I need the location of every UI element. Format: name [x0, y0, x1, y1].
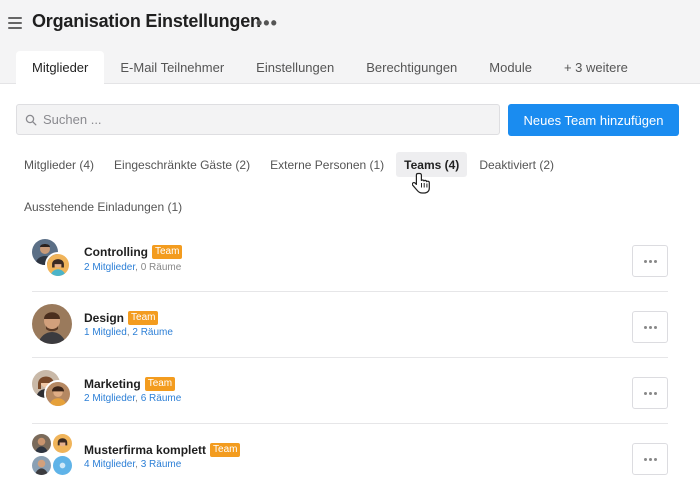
- team-more-button[interactable]: [632, 245, 668, 277]
- team-more-button[interactable]: [632, 377, 668, 409]
- filter-deaktiviert[interactable]: Deaktiviert (2): [471, 152, 562, 177]
- search-icon: [25, 114, 37, 125]
- team-badge: Team: [151, 245, 183, 259]
- avatar: [32, 304, 72, 344]
- team-list: Controlling Team 2 Mitglieder, 0 Räume D…: [32, 226, 668, 488]
- team-members-link[interactable]: 2 Mitglieder: [84, 262, 135, 273]
- team-row[interactable]: Controlling Team 2 Mitglieder, 0 Räume: [32, 226, 668, 292]
- team-rooms: 0 Räume: [140, 262, 182, 273]
- team-members-link[interactable]: 1 Mitglied: [84, 327, 127, 338]
- team-row[interactable]: Design Team 1 Mitglied, 2 Räume: [32, 292, 668, 358]
- team-meta: 4 Mitglieder, 3 Räume: [84, 459, 182, 470]
- more-horizontal-icon: [643, 259, 647, 263]
- team-meta: 1 Mitglied, 2 Räume: [84, 327, 173, 338]
- tab-berechtigungen[interactable]: Berechtigungen: [350, 51, 473, 84]
- team-rooms[interactable]: 6 Räume: [141, 393, 182, 404]
- add-team-button[interactable]: Neues Team hinzufügen: [508, 104, 679, 136]
- tab-mitglieder[interactable]: Mitglieder: [16, 51, 105, 84]
- tab-more[interactable]: + 3 weitere: [548, 51, 644, 84]
- member-filter-bar: Mitglieder (4) Eingeschränkte Gäste (2) …: [16, 152, 686, 214]
- team-name-label: Musterfirma komplett: [84, 443, 207, 457]
- team-members-link[interactable]: 2 Mitglieder: [84, 393, 135, 404]
- avatar: [53, 434, 72, 453]
- team-name-label: Design: [84, 311, 125, 325]
- avatar: [32, 434, 51, 453]
- team-members-link[interactable]: 4 Mitglieder: [84, 459, 135, 470]
- tab-einstellungen[interactable]: Einstellungen: [240, 51, 350, 84]
- team-row[interactable]: Musterfirma komplett Team 4 Mitglieder, …: [32, 424, 668, 488]
- team-name: Musterfirma komplett Team: [84, 443, 241, 457]
- team-more-button[interactable]: [632, 443, 668, 475]
- team-name: Marketing Team: [84, 377, 176, 391]
- avatar: [44, 380, 72, 408]
- page-title: Organisation Einstellungen: [32, 11, 261, 31]
- team-more-button[interactable]: [632, 311, 668, 343]
- team-badge: Team: [128, 311, 159, 325]
- filter-eingeschraenkte-gaeste[interactable]: Eingeschränkte Gäste (2): [106, 152, 258, 177]
- team-name-label: Marketing: [84, 377, 141, 391]
- tab-email-teilnehmer[interactable]: E-Mail Teilnehmer: [104, 51, 240, 84]
- team-badge: Team: [210, 443, 241, 457]
- hamburger-icon[interactable]: [8, 16, 22, 30]
- search-box[interactable]: [16, 104, 500, 135]
- team-rooms[interactable]: 3 Räume: [141, 459, 182, 470]
- filter-externe-personen[interactable]: Externe Personen (1): [262, 152, 392, 177]
- avatar: [32, 456, 51, 475]
- filter-mitglieder[interactable]: Mitglieder (4): [16, 152, 102, 177]
- more-horizontal-icon: [643, 457, 647, 461]
- more-horizontal-icon: [643, 325, 647, 329]
- team-name: Controlling Team: [84, 245, 183, 259]
- avatar: [45, 252, 71, 278]
- team-badge: Team: [144, 377, 176, 391]
- top-bar: Organisation Einstellungen ••• Mitgliede…: [0, 0, 700, 84]
- search-input[interactable]: [43, 112, 483, 127]
- team-name: Design Team: [84, 311, 159, 325]
- more-horizontal-icon: [643, 391, 647, 395]
- hand-pointer-icon: [412, 172, 430, 194]
- filter-ausstehende-einladungen[interactable]: Ausstehende Einladungen (1): [16, 194, 190, 219]
- tab-bar: Mitglieder E-Mail Teilnehmer Einstellung…: [16, 51, 644, 84]
- team-meta: 2 Mitglieder, 0 Räume: [84, 262, 182, 273]
- team-row[interactable]: Marketing Team 2 Mitglieder, 6 Räume: [32, 358, 668, 424]
- team-rooms[interactable]: 2 Räume: [132, 327, 173, 338]
- avatar: [53, 456, 72, 475]
- team-name-label: Controlling: [84, 245, 148, 259]
- title-more-icon[interactable]: •••: [256, 14, 278, 32]
- team-meta: 2 Mitglieder, 6 Räume: [84, 393, 182, 404]
- tab-module[interactable]: Module: [473, 51, 548, 84]
